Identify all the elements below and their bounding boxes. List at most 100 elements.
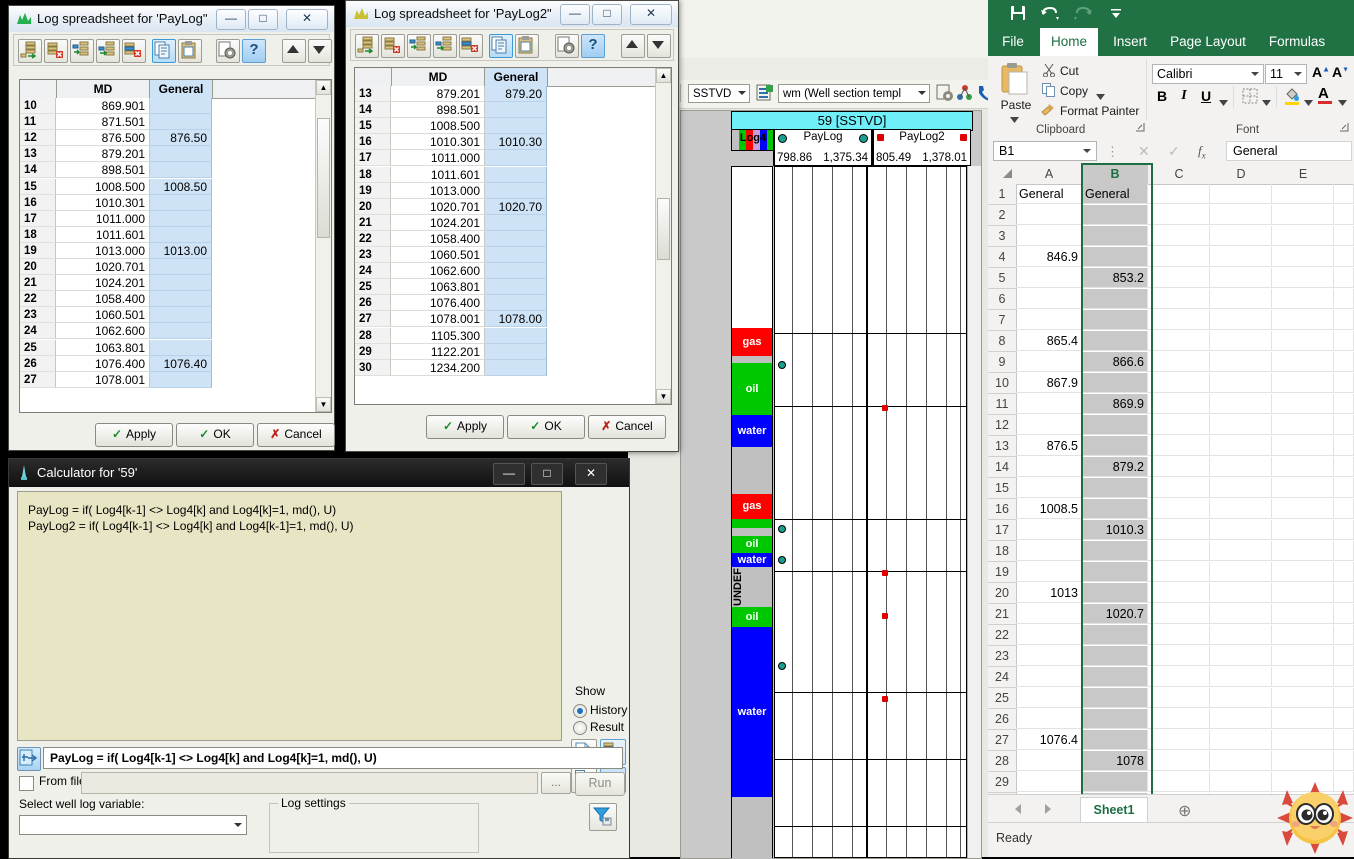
table-row[interactable]: 201020.701 — [20, 259, 331, 275]
row-header[interactable]: 28 — [988, 751, 1017, 772]
cell-C14[interactable] — [1148, 457, 1210, 477]
table-row[interactable]: 12876.500876.50 — [20, 130, 331, 146]
tab-formulas[interactable]: Formulas — [1258, 28, 1336, 56]
row-header[interactable]: 23 — [988, 646, 1017, 667]
row-header[interactable]: 29 — [988, 772, 1017, 793]
cell-12[interactable] — [1334, 415, 1354, 435]
cell-E15[interactable] — [1272, 478, 1334, 498]
cell-md[interactable]: 1060.501 — [391, 247, 485, 263]
cell-A2[interactable] — [1016, 205, 1082, 225]
cell-md[interactable]: 1078.001 — [56, 372, 150, 388]
cell-B14[interactable]: 879.2 — [1082, 457, 1148, 477]
insert-column-button[interactable] — [407, 34, 431, 58]
cell-general[interactable] — [150, 227, 212, 243]
underline-dropdown-icon[interactable] — [1219, 95, 1228, 109]
format-painter-icon[interactable] — [1041, 103, 1056, 120]
table-row[interactable]: 181011.601 — [355, 167, 671, 183]
cell-B4[interactable] — [1082, 247, 1148, 267]
row-header[interactable]: 21 — [988, 604, 1017, 625]
cell-D1[interactable] — [1210, 184, 1272, 204]
cell-general[interactable] — [485, 328, 547, 344]
excel-window[interactable]: File Home Insert Page Layout Formulas Pa… — [988, 0, 1354, 857]
cell-general[interactable] — [485, 295, 547, 311]
cell-E6[interactable] — [1272, 289, 1334, 309]
table-row[interactable]: 11871.501 — [20, 114, 331, 130]
log-track-area[interactable] — [774, 166, 967, 858]
paste-dropdown-icon[interactable] — [1010, 112, 1019, 126]
cell-E25[interactable] — [1272, 688, 1334, 708]
copy-button[interactable] — [152, 39, 176, 63]
tab-page-layout[interactable]: Page Layout — [1162, 28, 1254, 56]
row-header[interactable]: 25 — [988, 688, 1017, 709]
column-header-C[interactable]: C — [1148, 164, 1211, 185]
cell-E2[interactable] — [1272, 205, 1334, 225]
curve-header-paylog2[interactable]: PayLog2 805.49 1,378.01 — [872, 129, 971, 166]
row-header[interactable]: 18 — [988, 541, 1017, 562]
cell-28[interactable] — [1334, 751, 1354, 771]
table-row[interactable]: 161010.3011010.30 — [355, 134, 671, 150]
font-color-icon[interactable]: A — [1318, 85, 1329, 102]
font-color-dropdown-icon[interactable] — [1338, 95, 1347, 109]
cell-general[interactable] — [485, 344, 547, 360]
cell-C24[interactable] — [1148, 667, 1210, 687]
cell-md[interactable]: 1010.301 — [391, 134, 485, 150]
cell-E21[interactable] — [1272, 604, 1334, 624]
cell-md[interactable]: 1062.600 — [56, 323, 150, 339]
cell-general[interactable] — [485, 231, 547, 247]
cell-17[interactable] — [1334, 520, 1354, 540]
cell-general[interactable] — [150, 146, 212, 162]
cell-general[interactable] — [150, 275, 212, 291]
cell-D22[interactable] — [1210, 625, 1272, 645]
row-header[interactable]: 12 — [988, 415, 1017, 436]
table-row[interactable]: 161010.301 — [20, 195, 331, 211]
row-header[interactable]: 16 — [988, 499, 1017, 520]
cell-E9[interactable] — [1272, 352, 1334, 372]
cell-A3[interactable] — [1016, 226, 1082, 246]
cell-C25[interactable] — [1148, 688, 1210, 708]
cell-9[interactable] — [1334, 352, 1354, 372]
cell-general[interactable]: 1020.70 — [485, 199, 547, 215]
log-data-grid[interactable]: MD General 13879.201879.2014898.50115100… — [354, 67, 672, 405]
cancel-button[interactable]: ✗Cancel — [257, 423, 335, 447]
cell-A28[interactable] — [1016, 751, 1082, 771]
cell-md[interactable]: 1063.801 — [56, 340, 150, 356]
calculator-window[interactable]: Calculator for '59' — □ ✕ PayLog = if( L… — [8, 458, 630, 859]
redo-icon[interactable] — [1073, 5, 1093, 24]
cell-D12[interactable] — [1210, 415, 1272, 435]
cell-7[interactable] — [1334, 310, 1354, 330]
cell-general[interactable] — [150, 372, 212, 388]
run-button[interactable]: Run — [575, 772, 625, 796]
cell-E23[interactable] — [1272, 646, 1334, 666]
table-row[interactable]: 191013.000 — [355, 183, 671, 199]
cell-A1[interactable]: General — [1016, 184, 1082, 204]
cell-C26[interactable] — [1148, 709, 1210, 729]
table-row[interactable]: 13879.201 — [20, 146, 331, 162]
cell-general[interactable] — [150, 195, 212, 211]
cell-md[interactable]: 1013.000 — [56, 243, 150, 259]
select-all-corner[interactable] — [988, 164, 1017, 185]
table-row[interactable]: 171011.000 — [355, 150, 671, 166]
table-row[interactable]: 231060.501 — [355, 247, 671, 263]
cell-general[interactable] — [485, 263, 547, 279]
table-row[interactable]: 151008.500 — [355, 118, 671, 134]
cell-A25[interactable] — [1016, 688, 1082, 708]
cell-D6[interactable] — [1210, 289, 1272, 309]
move-down-button[interactable] — [647, 34, 671, 58]
apply-button[interactable]: ✓Apply — [95, 423, 173, 447]
cell-D18[interactable] — [1210, 541, 1272, 561]
cell-C18[interactable] — [1148, 541, 1210, 561]
cell-C3[interactable] — [1148, 226, 1210, 246]
template-combo[interactable]: wm (Well section templ — [778, 84, 930, 103]
calculator-history-panel[interactable]: PayLog = if( Log4[k-1] <> Log4[k] and Lo… — [17, 491, 562, 741]
insert-column-after-button[interactable] — [96, 39, 120, 63]
cell-C29[interactable] — [1148, 772, 1210, 792]
move-up-button[interactable] — [282, 39, 306, 63]
excel-grid[interactable]: ABCDE 1GeneralGeneral234846.95853.267886… — [988, 164, 1354, 794]
grid-vertical-scrollbar[interactable]: ▲ ▼ — [315, 80, 331, 412]
table-row[interactable]: 281105.300 — [355, 328, 671, 344]
cell-E17[interactable] — [1272, 520, 1334, 540]
paste-button[interactable] — [515, 34, 539, 58]
table-row[interactable]: 301234.200 — [355, 360, 671, 376]
cell-general[interactable] — [485, 167, 547, 183]
cell-14[interactable] — [1334, 457, 1354, 477]
